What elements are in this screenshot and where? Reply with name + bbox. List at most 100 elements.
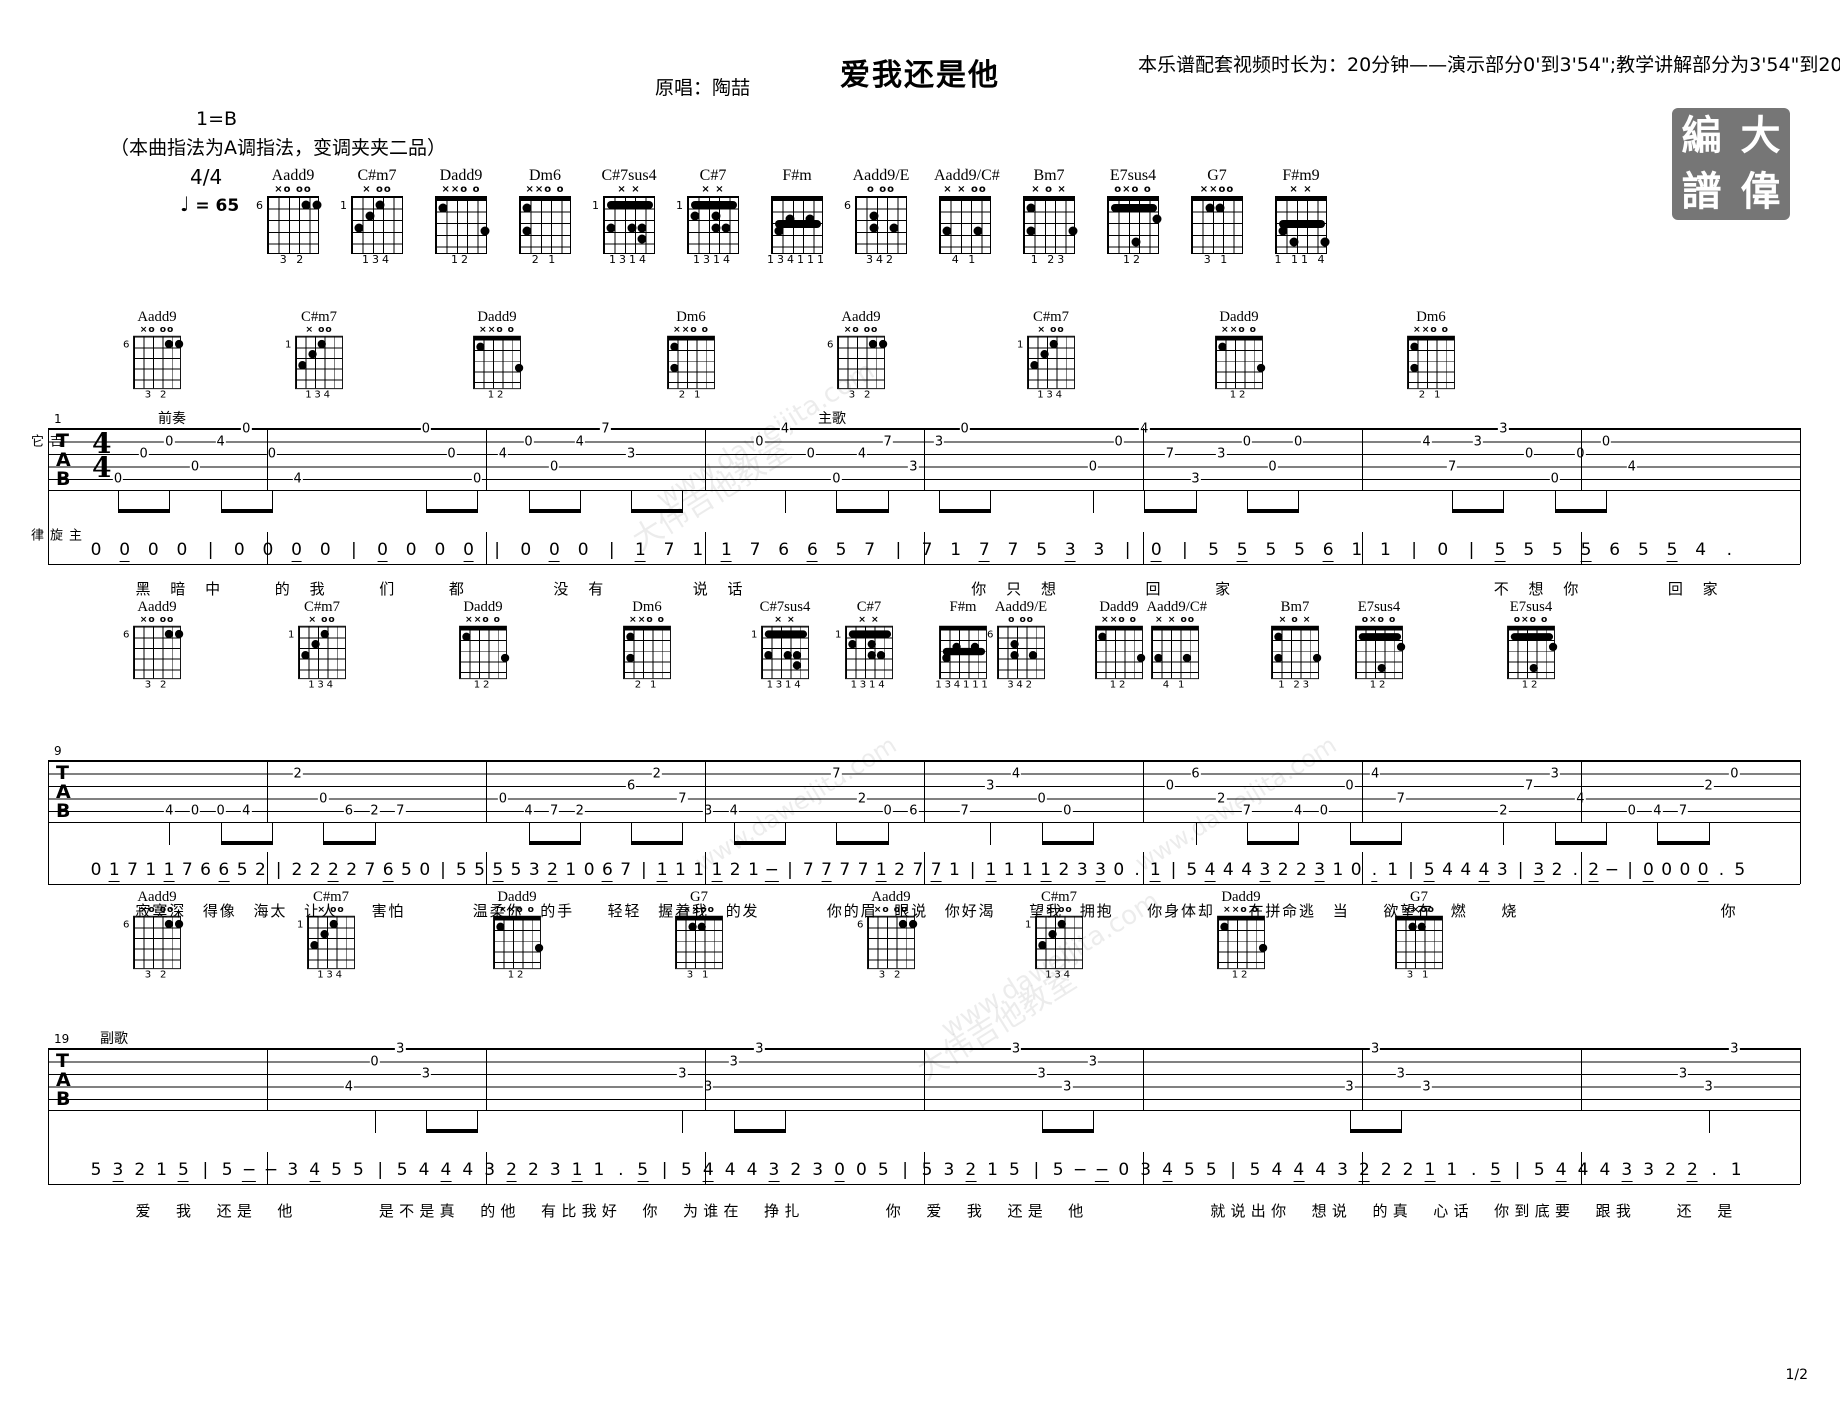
melody-note: 6 bbox=[218, 860, 230, 882]
chord-name: G7 bbox=[1207, 167, 1227, 184]
melody-note: 6 bbox=[200, 860, 211, 880]
system-brace bbox=[48, 428, 49, 564]
lyric-char: 命 bbox=[1282, 902, 1298, 920]
chord-name: Bm7 bbox=[1033, 167, 1065, 184]
note-beam bbox=[425, 509, 478, 513]
tab-fret-number: 0 bbox=[1729, 766, 1740, 781]
finger-numbers: 134 bbox=[308, 678, 336, 690]
finger-dot bbox=[174, 339, 184, 348]
tab-fret-number: 0 bbox=[241, 421, 252, 437]
tab-fret-number: 0 bbox=[1626, 803, 1637, 819]
chord-diagram-dm6: Dm6 ××o o 2 1 bbox=[514, 167, 576, 266]
finger-dot bbox=[1218, 342, 1227, 351]
melody-note: 3 bbox=[1314, 860, 1326, 882]
melody-note: 5 bbox=[455, 860, 467, 880]
note-beam bbox=[631, 509, 683, 513]
melody-note: 5 bbox=[1551, 540, 1563, 560]
finger-dot bbox=[1548, 642, 1558, 652]
lyric-char: 的 bbox=[480, 1202, 496, 1220]
finger-numbers: 134111 bbox=[935, 678, 991, 690]
lyric-char: 烧 bbox=[1501, 902, 1517, 920]
finger-dot bbox=[1154, 653, 1163, 662]
chord-name: Aadd9 bbox=[841, 309, 881, 325]
finger-numbers: 3 1 bbox=[1203, 252, 1231, 266]
finger-dot bbox=[867, 640, 876, 649]
lyric-char: 手 bbox=[557, 902, 573, 920]
original-singer: 原唱：陶喆 bbox=[655, 77, 751, 99]
tab-fret-number: 0 bbox=[497, 791, 508, 806]
lyric-char: 们 bbox=[379, 580, 395, 598]
melody-note: . bbox=[1572, 860, 1579, 880]
note-stem bbox=[1298, 823, 1300, 845]
finger-numbers: 1 23 bbox=[1030, 252, 1068, 266]
lyric-char: 不 bbox=[399, 1202, 415, 1220]
melody-note: 2 bbox=[790, 1160, 802, 1180]
finger-dot bbox=[1030, 360, 1039, 370]
lyric-char: 发 bbox=[742, 902, 758, 920]
finger-dot bbox=[1010, 640, 1019, 649]
finger-dot bbox=[1256, 363, 1266, 372]
bar-line-melody bbox=[1581, 852, 1582, 884]
chord-label-c-m7: C#m7 × oo 1 134 bbox=[1017, 309, 1079, 400]
tab-fret-number: 7 bbox=[549, 803, 560, 819]
melody-note: 3 bbox=[943, 1160, 955, 1180]
section-label: 主歌 bbox=[818, 411, 846, 427]
chord-diagram-c-7sus4: C#7sus4 × × 1 1314 bbox=[592, 167, 660, 266]
open-mute-markers: o oo bbox=[866, 183, 896, 195]
fret-position-number: 6 bbox=[256, 198, 263, 212]
lyric-char: 要 bbox=[1554, 1202, 1570, 1220]
lyric-char: 有 bbox=[541, 1202, 557, 1220]
tab-fret-number: 4 bbox=[343, 1079, 355, 1094]
melody-note: 5 bbox=[1637, 540, 1649, 560]
note-beam bbox=[1144, 509, 1196, 513]
finger-dot bbox=[375, 200, 385, 210]
finger-dot bbox=[308, 350, 317, 359]
melody-note: 1 bbox=[748, 860, 759, 880]
melody-note: 4 bbox=[702, 1160, 714, 1182]
note-stem bbox=[1092, 491, 1094, 513]
melody-note: − bbox=[1094, 1160, 1110, 1182]
finger-dot bbox=[721, 223, 731, 233]
note-stem bbox=[1503, 823, 1505, 845]
seal-char-bian: 編 bbox=[1681, 113, 1722, 159]
tab-fret-number: 0 bbox=[420, 421, 432, 437]
finger-dot bbox=[711, 223, 721, 233]
melody-note: 6 bbox=[778, 540, 790, 560]
finger-dot bbox=[1057, 919, 1066, 928]
finger-dot bbox=[1131, 237, 1141, 247]
note-stem bbox=[1606, 823, 1608, 845]
chord-label-aadd9: Aadd9 ×o oo 6 3 2 bbox=[123, 309, 185, 400]
note-beam bbox=[1246, 841, 1299, 845]
tab-fret-number: 2 bbox=[292, 766, 303, 781]
tab-fret-number: 4 bbox=[1421, 434, 1432, 449]
note-stem bbox=[887, 491, 889, 513]
melody-note: . bbox=[1134, 860, 1140, 880]
tab-fret-number: 4 bbox=[1010, 766, 1022, 781]
fret-position-number: 6 bbox=[122, 628, 130, 641]
open-mute-markers: ×o oo bbox=[873, 904, 909, 915]
melody-barline: | bbox=[1170, 860, 1177, 880]
chord-label-aadd9: Aadd9 ×o oo 6 3 2 bbox=[827, 309, 889, 400]
melody-note: 5 bbox=[1249, 1160, 1261, 1180]
melody-note: 2 bbox=[1665, 1160, 1676, 1180]
melody-note: 5 bbox=[352, 1160, 364, 1180]
melody-note: 4 bbox=[1577, 1160, 1589, 1180]
bar-line bbox=[486, 428, 487, 491]
fretboard-grid: 1 bbox=[288, 625, 346, 679]
melody-note: 4 bbox=[418, 1160, 430, 1180]
finger-dot bbox=[174, 919, 184, 928]
melody-note: 0 bbox=[90, 540, 102, 560]
lyric-char: 你 bbox=[1147, 902, 1163, 920]
lyric-char: 太 bbox=[270, 902, 286, 920]
finger-dot bbox=[1098, 632, 1107, 641]
tab-fret-number: 0 bbox=[1293, 434, 1304, 449]
finger-numbers: 134111 bbox=[767, 252, 827, 266]
tab-fret-number: 4 bbox=[779, 421, 791, 437]
melody-note: 5 bbox=[1523, 540, 1535, 560]
melody-note: 1 bbox=[145, 860, 157, 880]
melody-barline: | bbox=[641, 860, 647, 880]
finger-dot bbox=[320, 629, 329, 638]
tab-fret-number: 2 bbox=[1498, 803, 1509, 819]
bar-line bbox=[705, 1048, 706, 1111]
note-beam bbox=[1657, 841, 1709, 845]
